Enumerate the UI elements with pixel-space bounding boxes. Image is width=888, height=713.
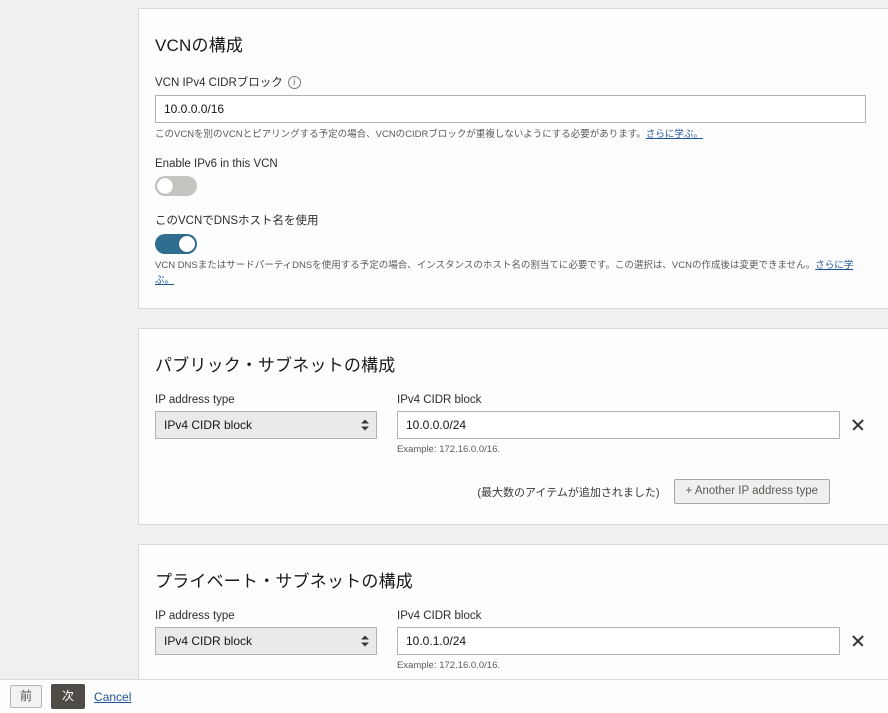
private-subnet-type-column: IP address type IPv4 CIDR block [155,610,377,655]
public-subnet-type-select-wrap: IPv4 CIDR block [155,411,377,439]
ipv6-toggle-group: Enable IPv6 in this VCN [155,158,866,196]
public-subnet-max-items-note: (最大数のアイテムが追加されました) [477,484,659,500]
private-subnet-cidr-line [397,627,866,655]
close-icon[interactable] [850,633,866,649]
ipv6-toggle[interactable] [155,176,197,196]
public-subnet-type-column: IP address type IPv4 CIDR block [155,394,377,439]
dns-hostnames-helper-text: VCN DNSまたはサードパーティDNSを使用する予定の場合、インスタンスのホス… [155,259,866,288]
public-subnet-type-label: IP address type [155,394,377,406]
public-subnet-card: パブリック・サブネットの構成 IP address type IPv4 CIDR… [138,328,888,526]
private-subnet-title: プライベート・サブネットの構成 [155,567,866,592]
private-subnet-cidr-label: IPv4 CIDR block [397,610,866,622]
private-subnet-cidr-input[interactable] [397,627,840,655]
vcn-cidr-helper-text: このVCNを別のVCNとピアリングする予定の場合、VCNのCIDRブロックが重複… [155,128,866,142]
ipv6-toggle-label: Enable IPv6 in this VCN [155,158,866,170]
vcn-cidr-label-text: VCN IPv4 CIDRブロック [155,74,283,90]
vcn-section-title: VCNの構成 [155,31,866,56]
public-subnet-type-select[interactable]: IPv4 CIDR block [155,411,377,439]
private-subnet-cidr-column: IPv4 CIDR block Example: 172.16.0.0/16. [397,610,866,671]
ipv6-toggle-knob [157,178,173,194]
wizard-footer: 前 次 Cancel [0,679,888,713]
close-icon[interactable] [850,417,866,433]
cancel-link[interactable]: Cancel [94,690,131,704]
vcn-configuration-card: VCNの構成 VCN IPv4 CIDRブロック i このVCNを別のVCNとピ… [138,8,888,309]
info-icon[interactable]: i [288,76,301,89]
dns-hostnames-toggle[interactable] [155,234,197,254]
vcn-cidr-learn-more-link[interactable]: さらに学ぶ。 [646,129,703,140]
public-subnet-actions-row: (最大数のアイテムが追加されました) + Another IP address … [155,479,866,505]
public-subnet-cidr-column: IPv4 CIDR block Example: 172.16.0.0/16. [397,394,866,455]
private-subnet-type-label: IP address type [155,610,377,622]
private-subnet-row: IP address type IPv4 CIDR block IPv4 CID… [155,610,866,671]
dns-hostnames-toggle-label: このVCNでDNSホスト名を使用 [155,212,866,228]
public-subnet-cidr-line [397,411,866,439]
dns-hostnames-toggle-group: このVCNでDNSホスト名を使用 [155,212,866,254]
private-subnet-cidr-example: Example: 172.16.0.0/16. [397,660,866,671]
public-subnet-cidr-input[interactable] [397,411,840,439]
public-subnet-add-ip-type-button[interactable]: + Another IP address type [674,479,830,505]
public-subnet-cidr-label: IPv4 CIDR block [397,394,866,406]
dns-hostnames-helper-body: VCN DNSまたはサードパーティDNSを使用する予定の場合、インスタンスのホス… [155,260,815,271]
public-subnet-row: IP address type IPv4 CIDR block IPv4 CID… [155,394,866,455]
previous-button[interactable]: 前 [10,685,42,708]
vcn-cidr-input[interactable] [155,95,866,123]
private-subnet-type-select-wrap: IPv4 CIDR block [155,627,377,655]
dns-hostnames-toggle-knob [179,236,195,252]
next-button[interactable]: 次 [51,684,85,709]
wizard-content: VCNの構成 VCN IPv4 CIDRブロック i このVCNを別のVCNとピ… [138,8,888,676]
vcn-wizard-page: VCNの構成 VCN IPv4 CIDRブロック i このVCNを別のVCNとピ… [0,0,888,713]
vcn-cidr-label: VCN IPv4 CIDRブロック i [155,74,866,90]
private-subnet-type-select[interactable]: IPv4 CIDR block [155,627,377,655]
vcn-cidr-helper-body: このVCNを別のVCNとピアリングする予定の場合、VCNのCIDRブロックが重複… [155,129,646,140]
public-subnet-cidr-example: Example: 172.16.0.0/16. [397,444,866,455]
public-subnet-title: パブリック・サブネットの構成 [155,351,866,376]
